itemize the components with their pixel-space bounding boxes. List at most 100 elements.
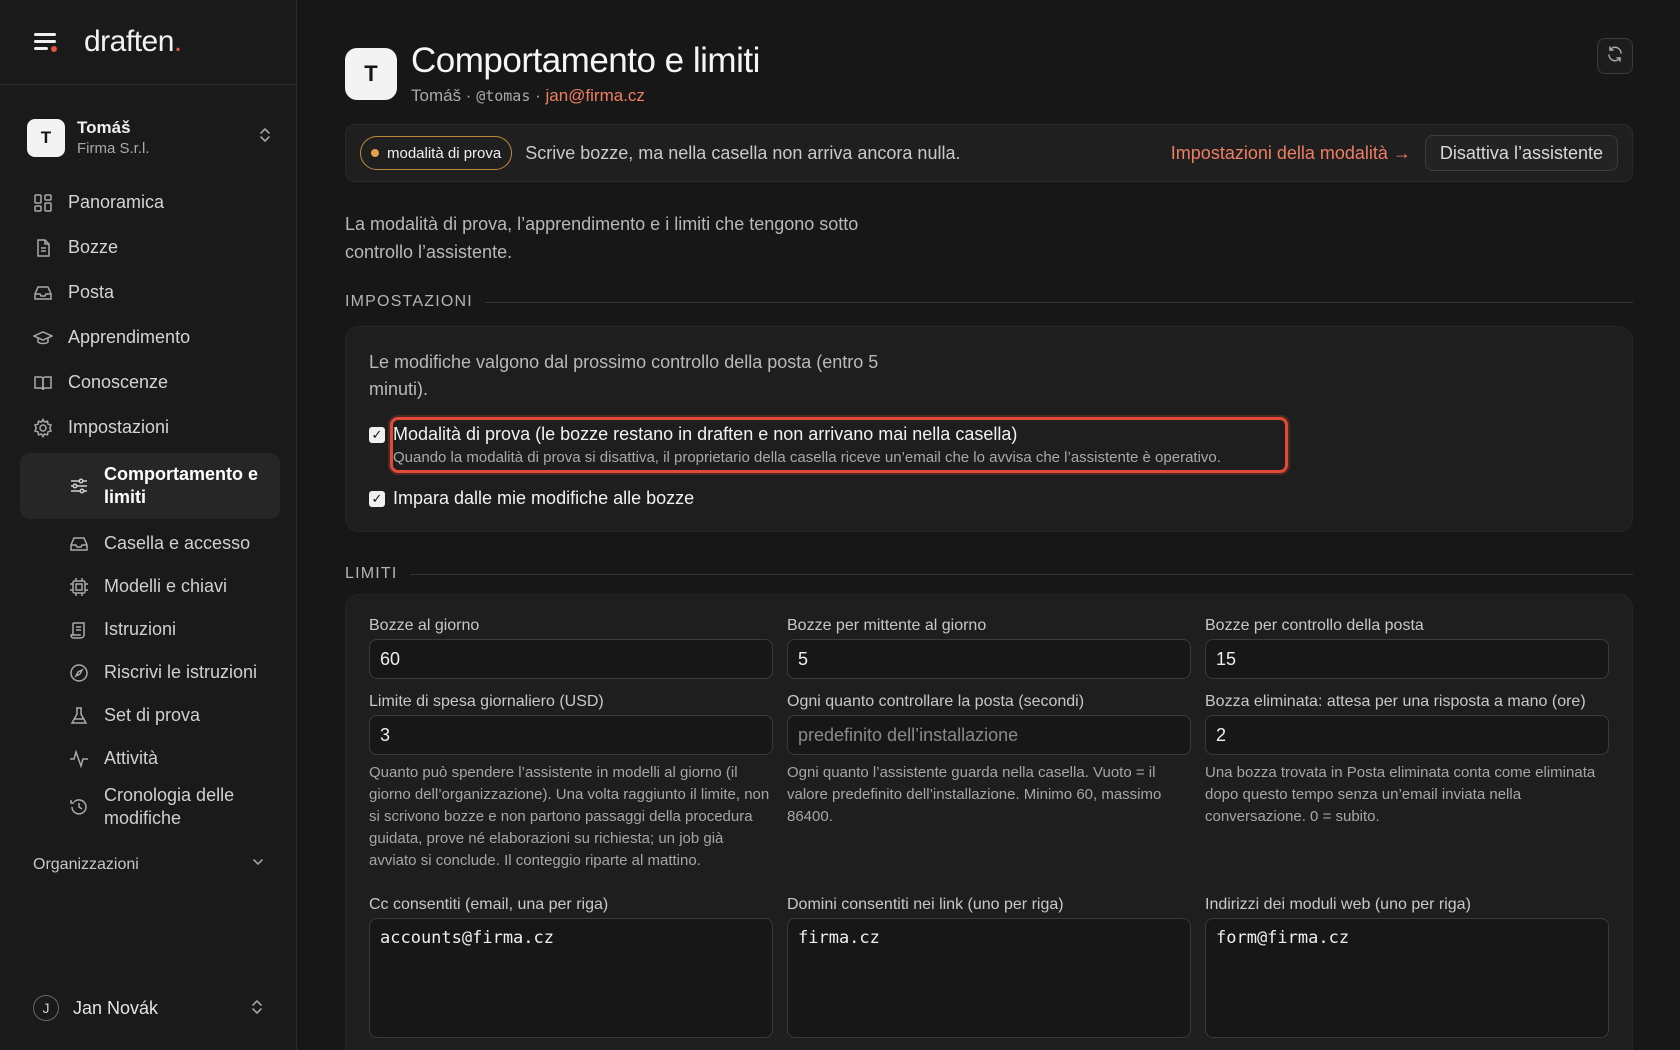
mailbox-handle: @tomas bbox=[476, 87, 531, 105]
drafts-per-sender-input[interactable]: 5 bbox=[787, 639, 1191, 679]
user-avatar: J bbox=[33, 995, 59, 1021]
subnav-item-attivita[interactable]: Attività bbox=[20, 737, 280, 780]
page-title: Comportamento e limiti bbox=[411, 41, 760, 80]
sidebar: draften. T Tomáš Firma S.r.l. Panoramica… bbox=[0, 0, 297, 1050]
subnav-item-riscrivi[interactable]: Riscrivi le istruzioni bbox=[20, 651, 280, 694]
learn-label: Impara dalle mie modifiche alle bozze bbox=[393, 488, 695, 508]
subnav-item-cronologia[interactable]: Cronologia delle modifiche bbox=[20, 780, 280, 834]
status-dot bbox=[371, 149, 379, 157]
learn-checkbox[interactable]: ✓ bbox=[369, 491, 385, 507]
drafts-per-day-field: Bozze al giorno 60 bbox=[369, 617, 773, 679]
focus-highlight bbox=[390, 417, 1288, 473]
inbox-icon bbox=[32, 282, 54, 304]
disable-assistant-button[interactable]: Disattiva l’assistente bbox=[1424, 135, 1618, 171]
subnav-label: Cronologia delle modifiche bbox=[104, 784, 235, 828]
graduation-cap-icon bbox=[32, 327, 54, 349]
cc-allowed-textarea[interactable]: accounts@firma.cz bbox=[369, 918, 773, 1038]
field-label: Bozza eliminata: attesa per una risposta… bbox=[1205, 693, 1586, 710]
nav-item-apprendimento[interactable]: Apprendimento bbox=[20, 315, 280, 360]
separator: · bbox=[530, 86, 546, 105]
account-switcher[interactable]: T Tomáš Firma S.r.l. bbox=[27, 113, 273, 163]
sidebar-header: draften. bbox=[0, 0, 296, 85]
subnav-item-modelli[interactable]: Modelli e chiavi bbox=[20, 565, 280, 608]
refresh-icon bbox=[1606, 45, 1624, 68]
settings-card: Le modifiche valgono dal prossimo contro… bbox=[345, 326, 1633, 532]
nav-item-posta[interactable]: Posta bbox=[20, 270, 280, 315]
nav-item-conoscenze[interactable]: Conoscenze bbox=[20, 360, 280, 405]
field-help: Ogni quanto l’assistente guarda nella ca… bbox=[787, 764, 1162, 825]
mailbox-email-link[interactable]: jan@firma.cz bbox=[545, 86, 644, 105]
test-mode-banner: modalità di prova Scrive bozze, ma nella… bbox=[345, 124, 1633, 182]
history-icon bbox=[68, 796, 90, 818]
drafts-per-day-input[interactable]: 60 bbox=[369, 639, 773, 679]
deleted-wait-field: Bozza eliminata: attesa per una risposta… bbox=[1205, 693, 1609, 872]
status-badge-label: modalità di prova bbox=[387, 144, 502, 162]
nav-label: Impostazioni bbox=[68, 417, 170, 437]
check-interval-input[interactable]: predefinito dell’installazione bbox=[787, 715, 1191, 755]
test-mode-checkbox[interactable]: ✓ bbox=[369, 427, 385, 443]
nav-item-panoramica[interactable]: Panoramica bbox=[20, 180, 280, 225]
chevron-down-icon bbox=[251, 855, 265, 874]
spend-limit-input[interactable]: 3 bbox=[369, 715, 773, 755]
learn-option[interactable]: ✓ Impara dalle mie modifiche alle bozze bbox=[369, 488, 694, 509]
form-addresses-textarea[interactable]: form@firma.cz bbox=[1205, 918, 1609, 1038]
nav-item-impostazioni[interactable]: Impostazioni bbox=[20, 405, 280, 450]
subnav-label: Set di prova bbox=[104, 705, 201, 725]
activity-icon bbox=[68, 748, 90, 770]
flask-icon bbox=[68, 705, 90, 727]
document-icon bbox=[32, 237, 54, 259]
subnav-item-comportamento[interactable]: Comportamento e limiti bbox=[20, 453, 280, 519]
chip-icon bbox=[68, 576, 90, 598]
chevron-updown-icon bbox=[257, 125, 273, 150]
settings-subnav: Comportamento e limiti Casella e accesso… bbox=[20, 453, 280, 834]
book-icon bbox=[32, 372, 54, 394]
organizations-toggle[interactable]: Organizzazioni bbox=[33, 855, 265, 874]
drafts-per-check-input[interactable]: 15 bbox=[1205, 639, 1609, 679]
subnav-item-istruzioni[interactable]: Istruzioni bbox=[20, 608, 280, 651]
mailbox-avatar: T bbox=[345, 48, 397, 100]
section-title: IMPOSTAZIONI bbox=[345, 293, 473, 310]
field-help: Una bozza trovata in Posta eliminata con… bbox=[1205, 764, 1596, 825]
page-description: La modalità di prova, l’apprendimento e … bbox=[345, 214, 859, 262]
account-name: Tomáš bbox=[77, 118, 131, 138]
limits-card: Bozze al giorno 60 Bozze per mittente al… bbox=[345, 594, 1633, 1050]
subnav-label: Casella e accesso bbox=[104, 533, 251, 553]
field-help: Quanto può spendere l’assistente in mode… bbox=[369, 764, 770, 869]
link-domains-textarea[interactable]: firma.cz bbox=[787, 918, 1191, 1038]
section-heading-limits: LIMITI bbox=[345, 565, 1633, 583]
divider bbox=[484, 301, 1633, 303]
user-name: Jan Novák bbox=[73, 997, 159, 1018]
section-heading-settings: IMPOSTAZIONI bbox=[345, 293, 1633, 311]
account-avatar: T bbox=[27, 119, 65, 157]
subnav-label: Attività bbox=[104, 748, 159, 768]
sliders-icon bbox=[68, 475, 90, 497]
field-label: Limite di spesa giornaliero (USD) bbox=[369, 693, 604, 710]
inbox-icon bbox=[68, 533, 90, 555]
field-label: Ogni quanto controllare la posta (second… bbox=[787, 693, 1085, 710]
nav-label: Bozze bbox=[68, 237, 119, 257]
cc-allowed-field: Cc consentiti (email, una per riga) acco… bbox=[369, 896, 773, 1038]
nav-label: Conoscenze bbox=[68, 372, 169, 392]
page-subtitle: Tomáš · @tomas · jan@firma.cz bbox=[411, 86, 760, 106]
mode-settings-link[interactable]: Impostazioni della modalità → bbox=[1171, 143, 1411, 164]
link-domains-field: Domini consentiti nei link (uno per riga… bbox=[787, 896, 1191, 1038]
subnav-item-casella[interactable]: Casella e accesso bbox=[20, 522, 280, 565]
field-label: Domini consentiti nei link (uno per riga… bbox=[787, 896, 1064, 913]
refresh-button[interactable] bbox=[1597, 38, 1633, 74]
limits-grid: Bozze al giorno 60 Bozze per mittente al… bbox=[369, 617, 1609, 1038]
organizations-label: Organizzazioni bbox=[33, 855, 139, 873]
user-menu[interactable]: J Jan Novák bbox=[33, 995, 265, 1021]
logo[interactable]: draften. bbox=[84, 25, 182, 59]
form-addresses-field: Indirizzi dei moduli web (uno per riga) … bbox=[1205, 896, 1609, 1038]
field-label: Bozze per mittente al giorno bbox=[787, 617, 987, 634]
subnav-item-set-di-prova[interactable]: Set di prova bbox=[20, 694, 280, 737]
grid-icon bbox=[32, 192, 54, 214]
subnav-label: Riscrivi le istruzioni bbox=[104, 662, 258, 682]
deleted-wait-input[interactable]: 2 bbox=[1205, 715, 1609, 755]
compass-icon bbox=[68, 662, 90, 684]
banner-text: Scrive bozze, ma nella casella non arriv… bbox=[525, 142, 961, 163]
page-header: T Comportamento e limiti Tomáš · @tomas … bbox=[345, 40, 760, 106]
menu-icon[interactable] bbox=[32, 30, 60, 54]
nav-item-bozze[interactable]: Bozze bbox=[20, 225, 280, 270]
section-title: LIMITI bbox=[345, 565, 398, 582]
